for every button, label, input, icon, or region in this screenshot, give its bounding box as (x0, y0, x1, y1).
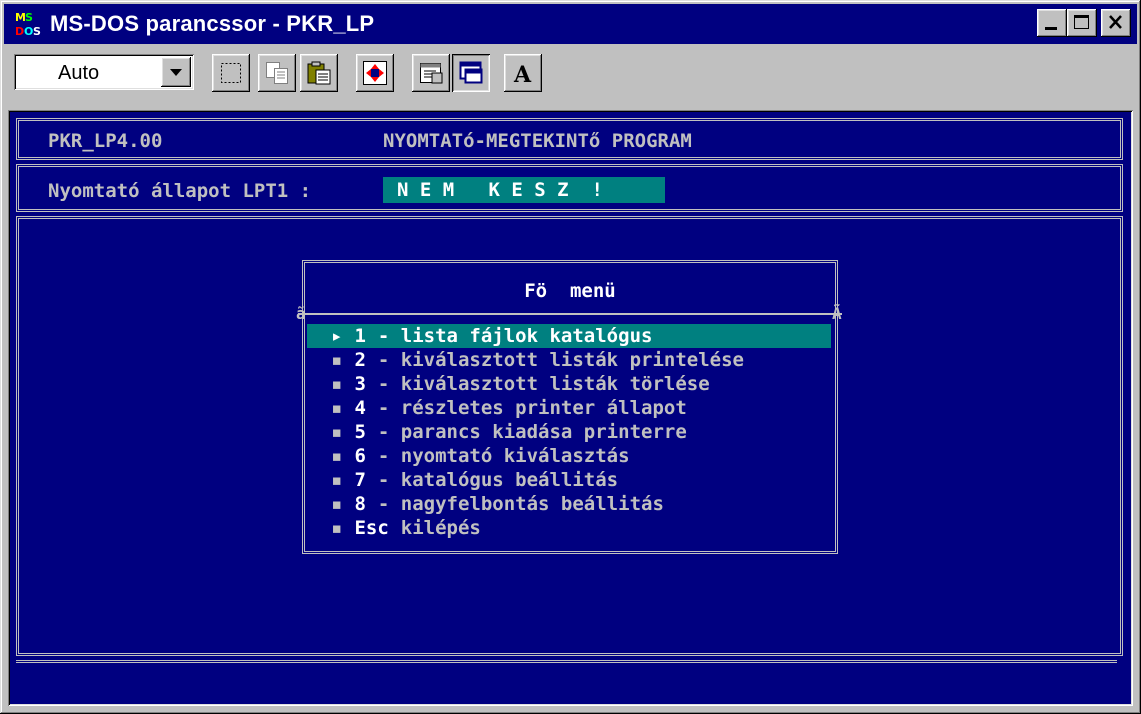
properties-icon (420, 63, 443, 84)
menu-item-key: Esc (354, 517, 389, 539)
menu-item-label: - nyomtató kiválasztás (377, 445, 630, 467)
program-id: PKR_LP4.00 (48, 130, 163, 152)
font-size-value: Auto (58, 62, 100, 84)
svg-text:O: O (24, 25, 33, 38)
menu-item-key: 7 (354, 469, 366, 491)
menu-item-label: - lista fájlok katalógus (377, 325, 653, 347)
close-button[interactable] (1101, 9, 1131, 37)
menu-item[interactable]: ▪ 3 - kiválasztott listák törlése (307, 372, 831, 396)
window-title: MS-DOS parancssor - PKR_LP (50, 11, 375, 36)
copy-icon (266, 62, 288, 84)
background-icon (459, 61, 483, 84)
font-size-select[interactable]: Auto (14, 54, 194, 90)
menu-item[interactable]: ▪ 7 - katalógus beállitás (307, 468, 831, 492)
background-button[interactable] (452, 54, 490, 92)
menu-item-label: kilépés (400, 517, 481, 539)
menu-item-key: 6 (354, 445, 366, 467)
msdos-icon: M S D O S (14, 10, 42, 38)
bullet-icon: ▪ (331, 373, 343, 395)
maximize-button[interactable] (1067, 9, 1097, 37)
mark-button[interactable] (212, 54, 250, 92)
bullet-icon: ▪ (331, 397, 343, 419)
svg-text:A: A (513, 62, 532, 87)
minimize-icon (1045, 27, 1057, 30)
msdos-window: M S D O S MS-DOS parancssor - PKR_LP Aut… (0, 0, 1141, 714)
printer-status-value: N E M K E S Z ! (397, 179, 603, 201)
fullscreen-button[interactable] (356, 54, 394, 92)
menu-item[interactable]: ▪ 2 - kiválasztott listák printelése (307, 348, 831, 372)
svg-text:S: S (25, 11, 33, 24)
paste-button[interactable] (300, 54, 338, 92)
toolbar: Auto A (4, 46, 1137, 100)
menu-item-key: 2 (354, 349, 366, 371)
menu-item-key: 5 (354, 421, 366, 443)
menu-item-label: - kiválasztott listák törlése (377, 373, 710, 395)
bullet-icon: ▪ (331, 493, 343, 515)
separator-right-cap: Ã (832, 304, 842, 323)
printer-status-badge: N E M K E S Z ! (383, 177, 665, 203)
fullscreen-icon (363, 61, 387, 85)
mark-icon (221, 63, 241, 83)
menu-item[interactable]: ▪ Esc kilépés (307, 516, 831, 540)
selection-arrow-icon: ▸ (331, 325, 343, 347)
separator-left-cap: ã (296, 304, 306, 323)
minimize-button[interactable] (1037, 9, 1067, 37)
main-menu: Fö menü ã Ã ▸ 1 - lista fájlok katalógus ▪ 2… (296, 260, 842, 554)
program-name: NYOMTATó-MEGTEKINTő PROGRAM (383, 130, 692, 152)
bullet-icon: ▪ (331, 349, 343, 371)
menu-item-label: - nagyfelbontás beállitás (377, 493, 664, 515)
menu-title: Fö menü (524, 280, 616, 302)
menu-item-key: 1 (354, 325, 366, 347)
menu-item-label: - katalógus beállitás (377, 469, 619, 491)
title-bar[interactable]: M S D O S MS-DOS parancssor - PKR_LP (4, 4, 1137, 44)
menu-item-key: 3 (354, 373, 366, 395)
menu-item-label: - parancs kiadása printerre (377, 421, 687, 443)
menu-item-label: - kiválasztott listák printelése (377, 349, 744, 371)
menu-separator (298, 313, 842, 315)
copy-button[interactable] (258, 54, 296, 92)
chevron-down-icon[interactable] (161, 57, 191, 87)
paste-icon (307, 61, 331, 85)
bullet-icon: ▪ (331, 469, 343, 491)
menu-item-key: 4 (354, 397, 366, 419)
printer-status-label: Nyomtató állapot LPT1 : (48, 180, 312, 202)
menu-item[interactable]: ▪ 4 - részletes printer állapot (307, 396, 831, 420)
menu-item[interactable]: ▪ 6 - nyomtató kiválasztás (307, 444, 831, 468)
maximize-icon (1074, 15, 1089, 29)
bottom-separator (16, 660, 1117, 693)
close-icon (1109, 15, 1122, 29)
menu-item[interactable]: ▪ 5 - parancs kiadása printerre (307, 420, 831, 444)
menu-items: ▸ 1 - lista fájlok katalógus ▪ 2 - kiválaszto… (307, 324, 831, 540)
bullet-icon: ▪ (331, 517, 343, 539)
menu-item-key: 8 (354, 493, 366, 515)
console-area[interactable]: PKR_LP4.00 NYOMTATó-MEGTEKINTő PROGRAM N… (8, 110, 1133, 706)
menu-item[interactable]: ▪ 8 - nagyfelbontás beállitás (307, 492, 831, 516)
bullet-icon: ▪ (331, 445, 343, 467)
properties-button[interactable] (412, 54, 450, 92)
svg-text:S: S (33, 25, 41, 38)
font-icon: A (513, 62, 532, 87)
font-button[interactable]: A (504, 54, 542, 92)
menu-item-label: - részletes printer állapot (377, 397, 687, 419)
menu-item[interactable]: ▸ 1 - lista fájlok katalógus (307, 324, 831, 348)
bullet-icon: ▪ (331, 421, 343, 443)
svg-text:D: D (15, 25, 24, 38)
